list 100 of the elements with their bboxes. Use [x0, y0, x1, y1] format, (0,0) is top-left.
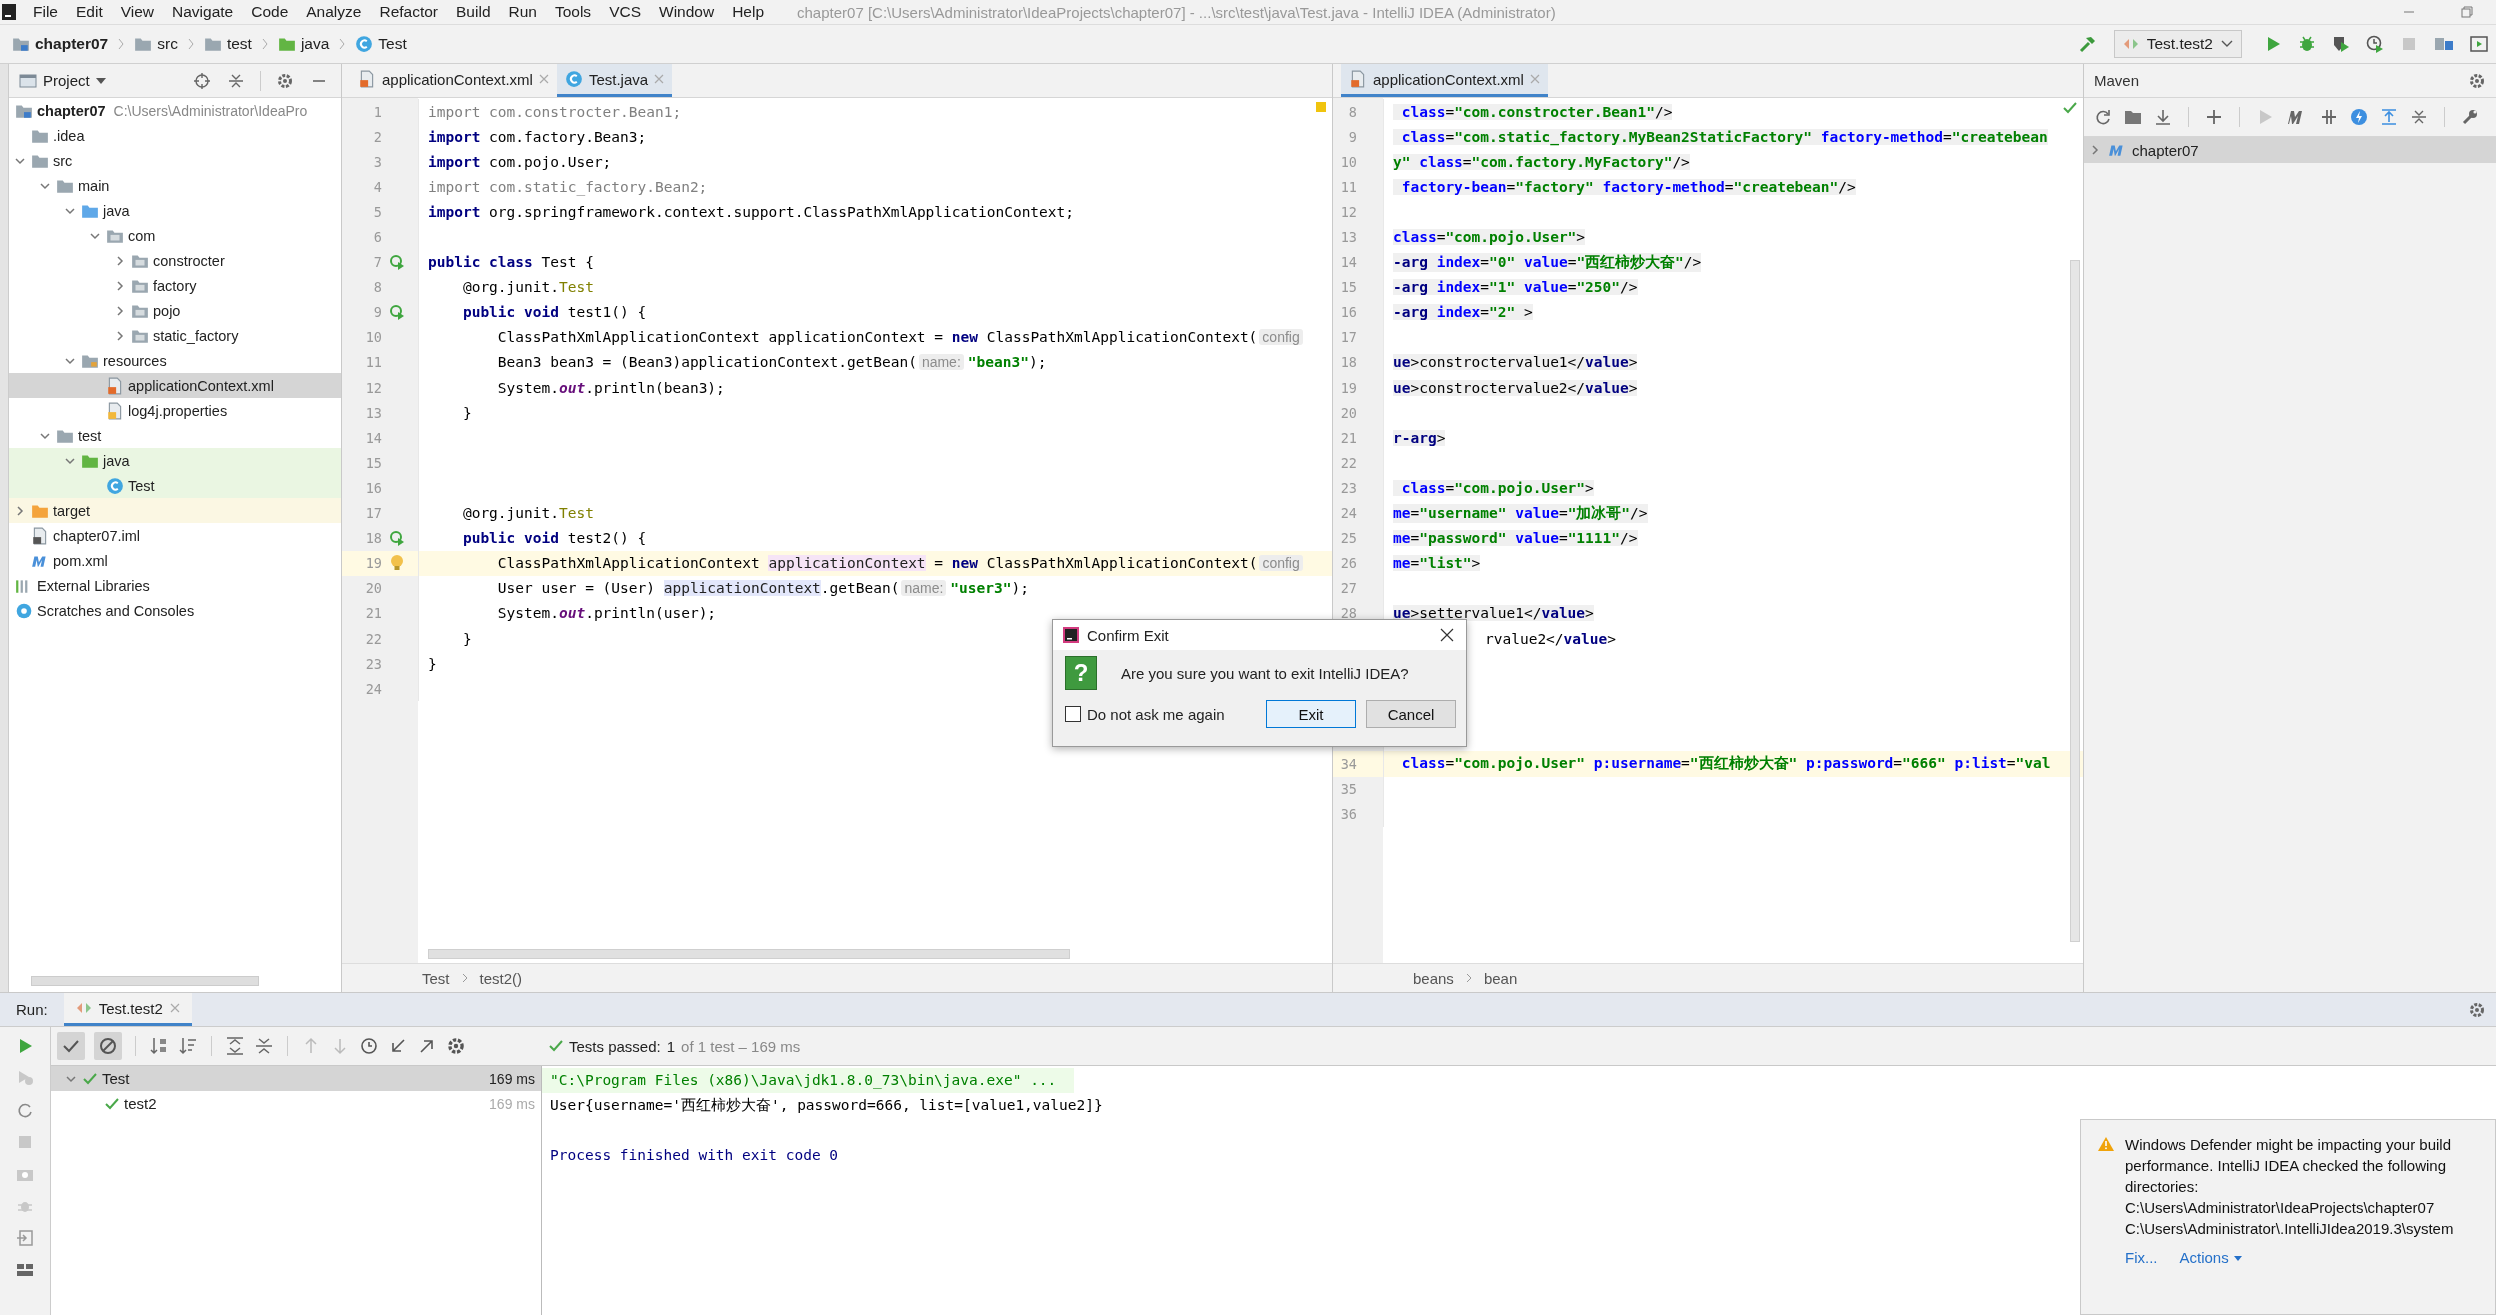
- tree-item[interactable]: chapter07 C:\Users\Administrator\IdeaPro: [9, 98, 341, 123]
- settings-icon[interactable]: [2468, 71, 2486, 90]
- run-test-icon[interactable]: [389, 254, 405, 271]
- tree-item[interactable]: chapter07.iml: [9, 523, 341, 548]
- locate-icon[interactable]: [193, 71, 211, 90]
- menu-item[interactable]: Refactor: [370, 3, 448, 21]
- run-test-icon[interactable]: [389, 304, 405, 321]
- panel-icon[interactable]: [2469, 34, 2489, 54]
- tree-item[interactable]: .idea: [9, 123, 341, 148]
- settings-icon[interactable]: [2468, 1000, 2486, 1019]
- scrollbar[interactable]: [31, 976, 259, 986]
- app-logo-icon: [2, 4, 16, 20]
- tree-item[interactable]: src: [9, 148, 341, 173]
- settings-icon[interactable]: [276, 71, 294, 90]
- sort-by-duration-icon[interactable]: [178, 1036, 198, 1056]
- collapse-all-icon[interactable]: [254, 1036, 274, 1056]
- tree-item[interactable]: target: [9, 498, 341, 523]
- breadcrumb-item[interactable]: Test: [422, 969, 450, 987]
- breadcrumb-item[interactable]: bean: [1483, 969, 1518, 987]
- tree-item[interactable]: pom.xml: [9, 548, 341, 573]
- tree-item[interactable]: java: [9, 198, 341, 223]
- toggle-auto-test-icon[interactable]: [16, 1101, 34, 1119]
- dialog-button[interactable]: Exit: [1266, 700, 1356, 728]
- profile-icon[interactable]: [2365, 34, 2385, 54]
- tree-item[interactable]: java: [9, 448, 341, 473]
- menu-item[interactable]: View: [111, 3, 164, 21]
- tree-item[interactable]: main: [9, 173, 341, 198]
- download-icon[interactable]: [2154, 108, 2172, 126]
- line-number: 10: [365, 329, 382, 346]
- show-dependencies-icon[interactable]: [2380, 108, 2398, 126]
- menu-item[interactable]: Edit: [67, 3, 112, 21]
- menu-item[interactable]: Build: [447, 3, 500, 21]
- run-configuration-dropdown[interactable]: Test.test2: [2113, 30, 2242, 58]
- layout-icon[interactable]: [16, 1261, 34, 1279]
- notification-link[interactable]: Fix...: [2125, 1247, 2158, 1268]
- tree-item[interactable]: Scratches and Consoles: [9, 598, 341, 623]
- restore-icon[interactable]: [2460, 5, 2474, 19]
- breadcrumb-item[interactable]: chapter07: [4, 35, 117, 53]
- tree-item[interactable]: resources: [9, 348, 341, 373]
- warning-marker-icon[interactable]: [1316, 102, 1326, 112]
- tree-item[interactable]: log4j.properties: [9, 398, 341, 423]
- tree-item[interactable]: External Libraries: [9, 573, 341, 598]
- show-passed-icon[interactable]: [57, 1032, 85, 1060]
- run-test-icon[interactable]: [389, 530, 405, 547]
- menu-item[interactable]: Code: [242, 3, 298, 21]
- breadcrumb-item[interactable]: beans: [1413, 969, 1454, 987]
- settings-icon[interactable]: [446, 1036, 466, 1056]
- lightning-icon[interactable]: [2350, 108, 2368, 126]
- editor-tab[interactable]: applicationContext.xml: [350, 64, 557, 97]
- add-icon[interactable]: [2205, 108, 2223, 126]
- dialog-button[interactable]: Cancel: [1366, 700, 1456, 728]
- editor-tab[interactable]: applicationContext.xml: [1341, 64, 1548, 97]
- refresh-icon[interactable]: [2094, 108, 2112, 126]
- check-icon[interactable]: [2063, 102, 2077, 114]
- menu-item[interactable]: Help: [723, 3, 774, 21]
- notification-link[interactable]: Actions: [2179, 1247, 2243, 1268]
- tree-item[interactable]: applicationContext.xml: [9, 373, 341, 398]
- tree-item[interactable]: Test: [9, 473, 341, 498]
- menu-item[interactable]: Analyze: [297, 3, 371, 21]
- tree-item[interactable]: constrocter: [9, 248, 341, 273]
- wrench-icon[interactable]: [2461, 108, 2479, 126]
- login-icon[interactable]: [16, 1229, 34, 1247]
- test-item[interactable]: test2 169 ms: [51, 1091, 541, 1116]
- breadcrumb-item[interactable]: java: [269, 35, 338, 53]
- scrollbar[interactable]: [2070, 260, 2080, 942]
- question-icon: ?: [1065, 656, 1097, 690]
- menu-item[interactable]: Window: [650, 3, 724, 21]
- folder-icon[interactable]: [2124, 108, 2142, 126]
- collapse-all-icon[interactable]: [2410, 108, 2428, 126]
- menu-item[interactable]: VCS: [600, 3, 650, 21]
- menu-item[interactable]: File: [24, 3, 67, 21]
- lightbulb-icon[interactable]: [390, 554, 404, 573]
- editor-tab[interactable]: Test.java: [556, 64, 673, 97]
- scrollbar[interactable]: [428, 949, 1070, 959]
- debug-icon[interactable]: [2297, 34, 2317, 54]
- run-tab[interactable]: Test.test2: [63, 993, 192, 1026]
- menu-item[interactable]: Run: [499, 3, 546, 21]
- show-ignored-icon[interactable]: [94, 1032, 122, 1060]
- test-item[interactable]: Test 169 ms: [51, 1066, 541, 1091]
- breadcrumb-item[interactable]: test2(): [479, 969, 523, 987]
- breadcrumb-item[interactable]: Test: [347, 35, 415, 53]
- tree-item[interactable]: chapter07: [2084, 137, 2496, 163]
- history-icon[interactable]: [359, 1036, 379, 1056]
- sort-alphabetically-icon[interactable]: [149, 1036, 169, 1056]
- expand-all-icon[interactable]: [225, 1036, 245, 1056]
- tree-item[interactable]: static_factory: [9, 323, 341, 348]
- breadcrumb-item[interactable]: src: [126, 35, 186, 53]
- coverage-icon[interactable]: [2331, 34, 2351, 54]
- toggle-offline-icon[interactable]: [2320, 108, 2338, 126]
- breadcrumb-item[interactable]: test: [195, 35, 260, 53]
- tree-item[interactable]: pojo: [9, 298, 341, 323]
- close-icon[interactable]: [1440, 628, 1454, 642]
- tree-item[interactable]: com: [9, 223, 341, 248]
- panel-title[interactable]: Project: [43, 72, 90, 89]
- tree-item[interactable]: factory: [9, 273, 341, 298]
- caret-icon[interactable]: [95, 76, 106, 85]
- menu-item[interactable]: Tools: [545, 3, 601, 21]
- tree-item[interactable]: test: [9, 423, 341, 448]
- checkbox[interactable]: Do not ask me again: [1065, 705, 1225, 723]
- menu-item[interactable]: Navigate: [163, 3, 243, 21]
